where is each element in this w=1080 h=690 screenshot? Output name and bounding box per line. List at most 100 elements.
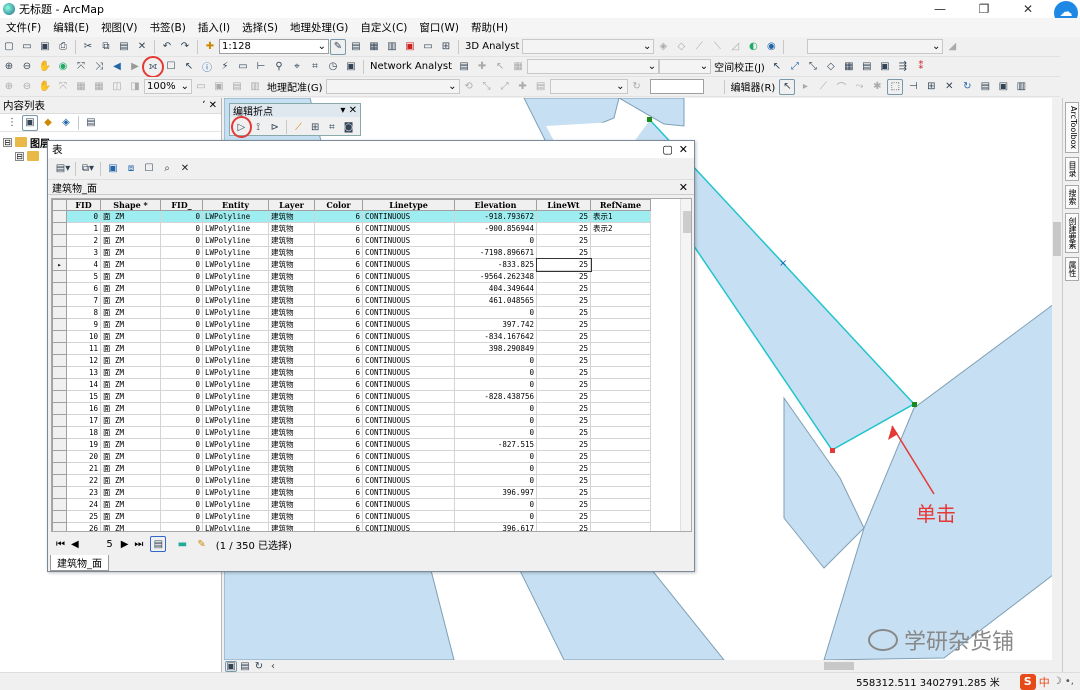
model-builder-icon[interactable]: ⊞ xyxy=(438,39,454,55)
row-selector[interactable] xyxy=(52,282,67,295)
table-cell[interactable] xyxy=(590,306,651,319)
table-cell[interactable]: 0 xyxy=(160,390,203,403)
table-cell[interactable]: 面 ZM xyxy=(100,246,161,259)
table-cell[interactable]: -834.167642 xyxy=(454,330,537,343)
link-table-icon[interactable]: ▤ xyxy=(859,59,875,75)
table-cell[interactable]: 0 xyxy=(160,402,203,415)
table-cell[interactable]: 建筑物 xyxy=(268,426,315,439)
table-cell[interactable]: 0 xyxy=(160,258,203,271)
table-cell[interactable]: 25 xyxy=(536,342,591,355)
table-cell[interactable]: 6 xyxy=(314,306,363,319)
table-cell[interactable]: 24 xyxy=(66,498,101,511)
collapse-icon[interactable]: ⊟ xyxy=(15,151,24,161)
table-options-icon[interactable]: ▤▾ xyxy=(55,161,71,177)
table-cell[interactable]: 建筑物 xyxy=(268,306,315,319)
table-cell[interactable]: 25 xyxy=(536,306,591,319)
table-cell[interactable]: 0 xyxy=(160,366,203,379)
table-cell[interactable]: 0 xyxy=(160,414,203,427)
table-cell[interactable]: 建筑物 xyxy=(268,462,315,475)
table-cell[interactable] xyxy=(590,378,651,391)
related-tables-icon[interactable]: ⧉▾ xyxy=(80,161,96,177)
edit-annotation-icon[interactable]: ▸ xyxy=(797,79,813,95)
undo-icon[interactable]: ↶ xyxy=(159,39,175,55)
table-cell[interactable]: 面 ZM xyxy=(100,486,161,499)
table-cell[interactable]: 0 xyxy=(160,462,203,475)
multiple-link-icon[interactable]: ◇ xyxy=(823,59,839,75)
table-cell[interactable] xyxy=(590,522,651,531)
table-row[interactable]: 0面 ZM 0 LWPolyline 建筑物 6 CONTINUOUS -918.79367… xyxy=(52,210,651,223)
network-analyst-menu[interactable]: Network Analyst xyxy=(367,61,455,72)
table-cell[interactable] xyxy=(590,330,651,343)
table-row[interactable]: 9面 ZM 0 LWPolyline 建筑物 6 CONTINUOUS 397.742 25 xyxy=(52,318,651,331)
table-cell[interactable]: 建筑物 xyxy=(268,282,315,295)
table-cell[interactable]: 0 xyxy=(454,306,537,319)
table-cell[interactable]: LWPolyline xyxy=(202,354,269,367)
georeferencing-menu[interactable]: 地理配准(G) xyxy=(264,79,326,94)
table-cell[interactable]: CONTINUOUS xyxy=(362,306,455,319)
table-cell[interactable]: LWPolyline xyxy=(202,402,269,415)
table-cell[interactable]: 396.997 xyxy=(454,486,537,499)
table-cell[interactable]: 15 xyxy=(66,390,101,403)
table-cell[interactable]: 25 xyxy=(536,486,591,499)
table-cell[interactable]: LWPolyline xyxy=(202,210,269,223)
table-cell[interactable]: 建筑物 xyxy=(268,318,315,331)
column-header[interactable]: FID_ xyxy=(160,199,203,211)
go-to-xy-icon[interactable]: ⌗ xyxy=(307,59,323,75)
map-vertical-scrollbar[interactable] xyxy=(1052,98,1062,660)
ime-indicator[interactable]: S 中 ☽ •, xyxy=(1019,673,1074,690)
row-selector[interactable] xyxy=(52,438,67,451)
table-cell[interactable]: 面 ZM xyxy=(100,282,161,295)
layout-zoom-in-icon[interactable]: ⊕ xyxy=(1,79,17,95)
table-cell[interactable]: 6 xyxy=(314,378,363,391)
network-extra-combo[interactable]: ⌄ xyxy=(659,59,712,74)
table-row[interactable]: 3面 ZM 0 LWPolyline 建筑物 6 CONTINUOUS -7198.8966… xyxy=(52,246,651,259)
table-cell[interactable]: 0 xyxy=(160,294,203,307)
scroll-thumb[interactable] xyxy=(683,211,691,233)
editor-menu[interactable]: 编辑器(R) xyxy=(728,79,779,94)
table-cell[interactable]: CONTINUOUS xyxy=(362,474,455,487)
find-route-icon[interactable]: ⌖ xyxy=(289,59,305,75)
surface-layer-combo[interactable]: ⌄ xyxy=(807,39,944,54)
table-cell[interactable]: 面 ZM xyxy=(100,342,161,355)
menu-insert[interactable]: 插入(I) xyxy=(192,20,236,35)
dock-tab-create-features[interactable]: 创建要素 xyxy=(1065,212,1079,253)
table-cell[interactable]: CONTINUOUS xyxy=(362,318,455,331)
measure-icon[interactable]: ⊢ xyxy=(253,59,269,75)
first-record-icon[interactable]: ⏮ xyxy=(56,539,65,550)
layout-zoom-out-icon[interactable]: ⊖ xyxy=(19,79,35,95)
menu-bookmarks[interactable]: 书签(B) xyxy=(143,20,191,35)
straight-segment-icon[interactable]: ⟋ xyxy=(815,79,831,95)
clear-selection-icon[interactable]: ☐ xyxy=(141,161,157,177)
table-cell[interactable]: 14 xyxy=(66,378,101,391)
table-cell[interactable]: 6 xyxy=(314,318,363,331)
table-cell[interactable]: 建筑物 xyxy=(268,222,315,235)
solve-icon[interactable]: ▦ xyxy=(510,59,526,75)
table-cell[interactable]: LWPolyline xyxy=(202,294,269,307)
row-selector[interactable] xyxy=(52,354,67,367)
row-selector[interactable] xyxy=(52,414,67,427)
delete-selected-icon[interactable]: ✕ xyxy=(177,161,193,177)
layout-fixed-out-icon[interactable]: ▦ xyxy=(91,79,107,95)
table-cell[interactable]: 6 xyxy=(314,498,363,511)
attribute-transfer-icon[interactable]: ⇶ xyxy=(895,59,911,75)
generalize-icon[interactable]: ⊞ xyxy=(308,119,323,135)
table-cell[interactable]: 25 xyxy=(536,234,591,247)
scroll-left-icon[interactable]: ‹ xyxy=(267,661,279,672)
table-cell[interactable]: 面 ZM xyxy=(100,366,161,379)
close-button[interactable]: ✕ xyxy=(1006,2,1050,16)
sketch-properties-icon[interactable]: ▣ xyxy=(995,79,1011,95)
table-row[interactable]: 8面 ZM 0 LWPolyline 建筑物 6 CONTINUOUS 0 25 xyxy=(52,306,651,319)
table-cell[interactable]: 6 xyxy=(314,258,363,271)
table-cell[interactable]: LWPolyline xyxy=(202,270,269,283)
edge-match-icon[interactable]: ⁑ xyxy=(913,59,929,75)
table-cell[interactable]: 建筑物 xyxy=(268,414,315,427)
table-cell[interactable]: CONTINUOUS xyxy=(362,438,455,451)
table-cell[interactable]: LWPolyline xyxy=(202,306,269,319)
table-cell[interactable]: 6 xyxy=(66,282,101,295)
table-cell[interactable]: 面 ZM xyxy=(100,426,161,439)
table-cell[interactable]: LWPolyline xyxy=(202,510,269,523)
line-of-sight-icon[interactable]: ⟍ xyxy=(709,39,725,55)
table-cell[interactable]: LWPolyline xyxy=(202,450,269,463)
limited-adjust-icon[interactable]: ▦ xyxy=(841,59,857,75)
ime-mode[interactable]: 中 xyxy=(1039,674,1050,690)
